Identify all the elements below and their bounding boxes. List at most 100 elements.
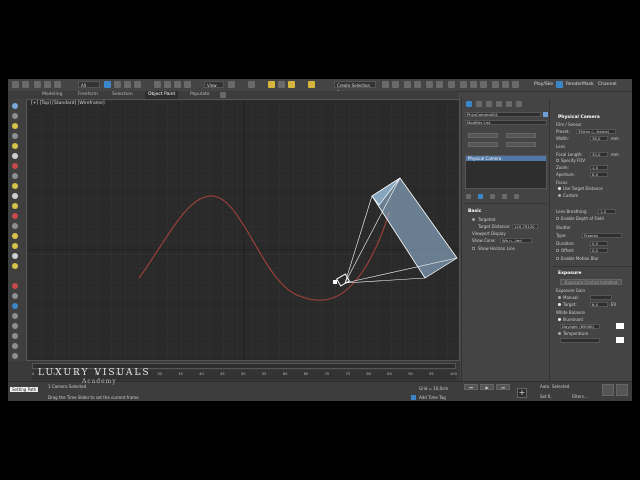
viewport-label[interactable]: [+] [Top] [Standard] [Wireframe] xyxy=(31,101,105,106)
angle-snap-icon[interactable] xyxy=(278,81,285,88)
object-color-swatch[interactable] xyxy=(543,112,548,117)
display-panel-icon[interactable] xyxy=(506,101,512,107)
target-light-icon[interactable] xyxy=(12,233,18,239)
edit-named-selection-icon[interactable] xyxy=(308,81,315,88)
temperature-radio[interactable] xyxy=(558,332,561,335)
tab-populate[interactable]: Populate xyxy=(190,91,210,99)
enable-motion-blur-checkbox[interactable] xyxy=(556,257,559,260)
viewport-top[interactable]: [+] [Top] [Standard] [Wireframe] xyxy=(26,99,460,361)
compound-tool-icon[interactable] xyxy=(12,313,18,319)
create-panel-icon[interactable] xyxy=(466,101,472,107)
material-editor-icon[interactable] xyxy=(448,81,455,88)
spotlight-tool-icon[interactable] xyxy=(12,183,18,189)
show-end-result-icon[interactable] xyxy=(478,194,483,199)
targeted-checkbox[interactable] xyxy=(472,218,475,221)
go-to-start-button[interactable]: ⏮ xyxy=(464,384,478,390)
render-mask-icon[interactable] xyxy=(556,81,563,88)
toolbar-label-channel[interactable]: Channel xyxy=(598,81,616,88)
bone-tool-icon[interactable] xyxy=(12,293,18,299)
reference-coordinate-dropdown[interactable]: View xyxy=(204,81,224,88)
door-tool-icon[interactable] xyxy=(12,333,18,339)
set-key-icon[interactable]: + xyxy=(517,388,527,398)
schematic-view-icon[interactable] xyxy=(436,81,443,88)
toggle-ribbon-icon[interactable] xyxy=(414,81,421,88)
manual-radio[interactable] xyxy=(558,296,561,299)
omni-light-icon[interactable] xyxy=(12,243,18,249)
move-icon[interactable] xyxy=(154,81,161,88)
create-tool-icon[interactable] xyxy=(12,113,18,119)
undo-icon[interactable] xyxy=(12,81,19,88)
add-time-tag[interactable]: Add Time Tag xyxy=(419,395,446,400)
use-target-distance-radio[interactable] xyxy=(558,187,561,190)
rotate-icon[interactable] xyxy=(164,81,171,88)
custom-radio[interactable] xyxy=(558,194,561,197)
bind-space-warp-icon[interactable] xyxy=(54,81,61,88)
rendered-frame-window-icon[interactable] xyxy=(470,81,477,88)
illuminant-color-swatch[interactable] xyxy=(616,323,624,329)
box-tool-icon[interactable] xyxy=(12,153,18,159)
focal-length-field[interactable]: 30,0 xyxy=(590,152,608,157)
spacewarp-tool-icon[interactable] xyxy=(12,223,18,229)
pivot-center-icon[interactable] xyxy=(228,81,235,88)
target-ev-field[interactable]: 6,0 xyxy=(590,302,608,307)
shape-tool-icon[interactable] xyxy=(12,173,18,179)
utilities-panel-icon[interactable] xyxy=(516,101,522,107)
modifier-button-3[interactable] xyxy=(468,142,498,147)
lens-breathing-field[interactable]: 1,0 xyxy=(598,209,616,214)
target-distance-field[interactable]: 120,79120 xyxy=(512,224,538,229)
stairs-tool-icon[interactable] xyxy=(12,343,18,349)
camera-tool-icon[interactable] xyxy=(12,193,18,199)
placement-icon[interactable] xyxy=(184,81,191,88)
redo-icon[interactable] xyxy=(22,81,29,88)
offset-checkbox[interactable] xyxy=(556,249,559,252)
physical-camera-header[interactable]: Physical Camera xyxy=(558,115,600,120)
mirror-icon[interactable] xyxy=(382,81,389,88)
shutter-type-dropdown[interactable]: Frames xyxy=(582,233,622,238)
viewport-navigation-icon[interactable] xyxy=(602,384,614,396)
modifier-button-4[interactable] xyxy=(506,142,536,147)
a360-gallery-icon[interactable] xyxy=(502,81,509,88)
manual-field[interactable] xyxy=(590,295,612,300)
illuminant-radio[interactable] xyxy=(558,318,561,321)
temperature-color-swatch[interactable] xyxy=(616,337,624,343)
modifier-button-2[interactable] xyxy=(506,133,536,138)
width-field[interactable]: 36,0 xyxy=(590,136,608,141)
enable-dof-checkbox[interactable] xyxy=(556,217,559,220)
layer-explorer-icon[interactable] xyxy=(404,81,411,88)
modifier-stack[interactable]: Physical Camera xyxy=(465,155,547,189)
object-name-field[interactable]: PhysCamera001 xyxy=(465,112,541,117)
tab-object-paint[interactable]: Object Paint xyxy=(145,91,179,99)
dummy-tool-icon[interactable] xyxy=(12,213,18,219)
basic-rollout-header[interactable]: Basic xyxy=(468,209,481,214)
show-cone-dropdown[interactable]: Wh.n...ted xyxy=(500,238,532,243)
toolbar-label-rendermask[interactable]: RenderMask xyxy=(566,81,594,88)
rectangular-selection-icon[interactable] xyxy=(124,81,131,88)
temperature-field[interactable] xyxy=(560,338,600,343)
zoom-field[interactable]: 1,0 xyxy=(590,165,608,170)
exposure-control-button[interactable]: Exposure Control Installed xyxy=(560,279,622,285)
select-manipulate-icon[interactable] xyxy=(248,81,255,88)
particle-tool-icon[interactable] xyxy=(12,283,18,289)
helper-tool-icon[interactable] xyxy=(12,133,18,139)
render-setup-icon[interactable] xyxy=(460,81,467,88)
motion-panel-icon[interactable] xyxy=(496,101,502,107)
skylight-icon[interactable] xyxy=(12,263,18,269)
offset-field[interactable]: 0,0 xyxy=(590,248,608,253)
modify-panel-icon[interactable] xyxy=(476,101,482,107)
align-icon[interactable] xyxy=(392,81,399,88)
key-filter-dropdown[interactable]: Selected xyxy=(552,384,569,389)
modifier-list-dropdown[interactable]: Modifier List xyxy=(465,120,547,125)
sun-tool-icon[interactable] xyxy=(12,203,18,209)
maximize-viewport-icon[interactable] xyxy=(616,384,628,396)
selection-filter-dropdown[interactable]: All xyxy=(78,81,100,88)
snaps-toggle-icon[interactable] xyxy=(268,81,275,88)
water-tool-icon[interactable] xyxy=(12,303,18,309)
play-button[interactable]: ▶ xyxy=(480,384,494,390)
extended-tool-icon[interactable] xyxy=(12,323,18,329)
render-shortcuts-icon[interactable] xyxy=(512,81,519,88)
scale-icon[interactable] xyxy=(174,81,181,88)
select-by-name-icon[interactable] xyxy=(114,81,121,88)
remove-modifier-icon[interactable] xyxy=(502,194,507,199)
select-tool-icon[interactable] xyxy=(12,103,18,109)
render-in-cloud-icon[interactable] xyxy=(492,81,499,88)
